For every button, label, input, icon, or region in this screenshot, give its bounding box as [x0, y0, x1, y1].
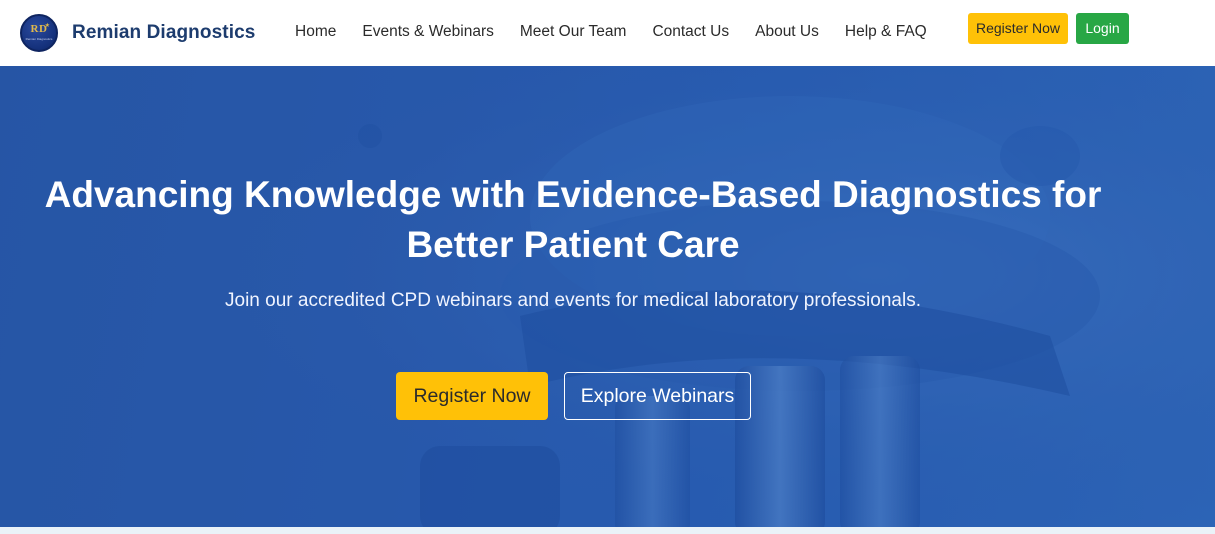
nav-link-help-faq[interactable]: Help & FAQ — [845, 23, 927, 41]
explore-webinars-button[interactable]: Explore Webinars — [564, 372, 751, 420]
nav-link-meet-our-team[interactable]: Meet Our Team — [520, 23, 627, 41]
section-divider — [0, 527, 1215, 534]
login-button[interactable]: Login — [1076, 13, 1129, 44]
nav-link-home[interactable]: Home — [295, 23, 336, 41]
brand[interactable]: ★ RD Remian Diagnostics Remian Diagnosti… — [20, 13, 255, 53]
nav-link-events-webinars[interactable]: Events & Webinars — [362, 23, 494, 41]
logo-subtext: Remian Diagnostics — [25, 37, 53, 41]
logo[interactable]: ★ RD Remian Diagnostics — [20, 14, 58, 52]
navbar: ★ RD Remian Diagnostics Remian Diagnosti… — [0, 0, 1215, 66]
brand-name[interactable]: Remian Diagnostics — [72, 22, 255, 44]
hero-title: Advancing Knowledge with Evidence-Based … — [44, 174, 1102, 265]
main-nav: Home Events & Webinars Meet Our Team Con… — [282, 23, 940, 41]
hero-register-button[interactable]: Register Now — [396, 372, 548, 420]
nav-link-contact-us[interactable]: Contact Us — [652, 23, 729, 41]
nav-link-about-us[interactable]: About Us — [755, 23, 819, 41]
logo-initials: RD — [30, 23, 48, 35]
nav-register-button[interactable]: Register Now — [968, 13, 1068, 44]
hero-section: Advancing Knowledge with Evidence-Based … — [0, 66, 1215, 527]
hero-subtitle: Join our accredited CPD webinars and eve… — [225, 290, 921, 311]
